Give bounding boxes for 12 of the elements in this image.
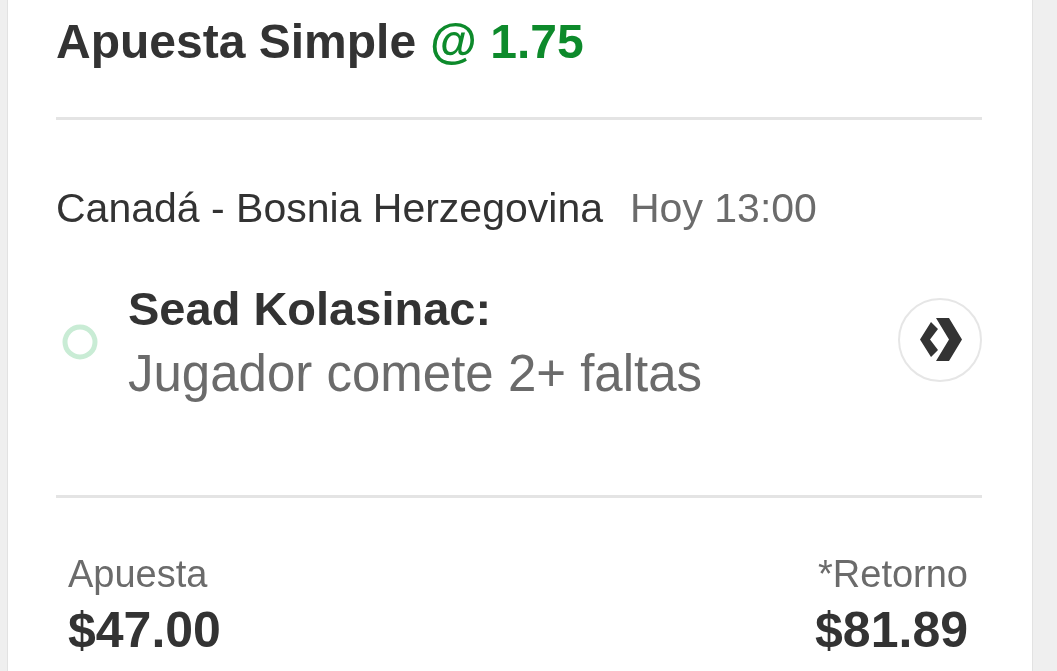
market-name: Jugador comete 2+ faltas — [128, 344, 703, 404]
total-amount: $47.00 — [68, 601, 221, 659]
total-label: Apuesta — [68, 552, 208, 597]
match-time: Hoy 13:00 — [630, 184, 817, 232]
odds-value: @ 1.75 — [430, 14, 584, 70]
bet-title: Apuesta Simple — [56, 14, 417, 70]
total-label: *Retorno — [818, 552, 968, 597]
ring-icon — [62, 323, 98, 360]
total-amount: $81.89 — [815, 601, 968, 659]
chevrons-icon — [918, 318, 962, 361]
match-name: Canadá - Bosnia Herzegovina — [56, 184, 603, 232]
player-name: Sead Kolasinac: — [128, 281, 492, 337]
